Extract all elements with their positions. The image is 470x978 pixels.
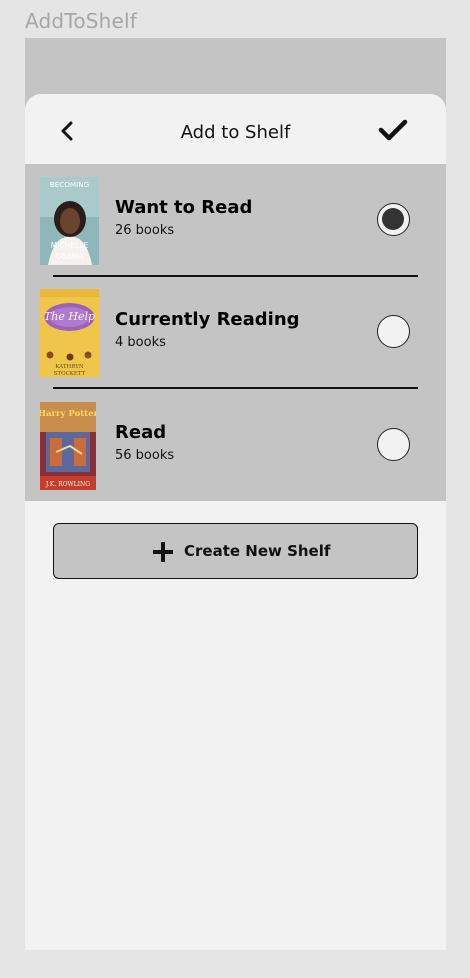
bottom-sheet: Add to Shelf BECOMING MICHELLE OBAMA Wan…: [25, 94, 446, 950]
cover-author-text: OBAMA: [56, 252, 85, 261]
shelf-name: Read: [115, 422, 167, 443]
book-cover-the-help: The Help KATHRYN STOCKETT: [40, 289, 99, 377]
shelf-row-want-to-read[interactable]: BECOMING MICHELLE OBAMA Want to Read 26 …: [25, 164, 446, 276]
cover-author-text: KATHRYN: [55, 364, 84, 370]
phone-frame: Add to Shelf BECOMING MICHELLE OBAMA Wan…: [25, 38, 446, 950]
checkmark-icon: [378, 119, 408, 141]
book-cover-becoming: BECOMING MICHELLE OBAMA: [40, 177, 99, 265]
create-new-shelf-label: Create New Shelf: [184, 542, 331, 560]
cover-title-text: The Help: [44, 310, 95, 323]
cover-author-text: MICHELLE: [51, 241, 89, 250]
create-new-shelf-button[interactable]: Create New Shelf: [53, 523, 418, 579]
cover-title-text: BECOMING: [50, 180, 89, 189]
plus-icon: [153, 542, 173, 562]
shelf-book-count: 56 books: [115, 448, 175, 463]
cover-title-text: Harry Potter: [40, 409, 96, 419]
shelf-row-currently-reading[interactable]: The Help KATHRYN STOCKETT Currently Read…: [25, 276, 446, 388]
cover-author-text: STOCKETT: [54, 371, 86, 377]
frame-label: AddToShelf: [25, 9, 138, 33]
cover-author-text: J.K. ROWLING: [45, 481, 90, 488]
shelf-radio[interactable]: [377, 428, 410, 461]
shelf-radio[interactable]: [377, 315, 410, 348]
done-button[interactable]: [378, 118, 408, 142]
shelf-name: Currently Reading: [115, 309, 300, 330]
shelf-list: BECOMING MICHELLE OBAMA Want to Read 26 …: [25, 164, 446, 501]
shelf-book-count: 26 books: [115, 223, 175, 238]
shelf-radio-selected[interactable]: [377, 203, 410, 236]
book-cover-harry-potter: Harry Potter J.K. ROWLING: [40, 402, 96, 490]
shelf-row-read[interactable]: Harry Potter J.K. ROWLING Read 56 books: [25, 389, 446, 501]
sheet-header: Add to Shelf: [25, 94, 446, 164]
shelf-name: Want to Read: [115, 197, 253, 218]
shelf-book-count: 4 books: [115, 335, 166, 350]
